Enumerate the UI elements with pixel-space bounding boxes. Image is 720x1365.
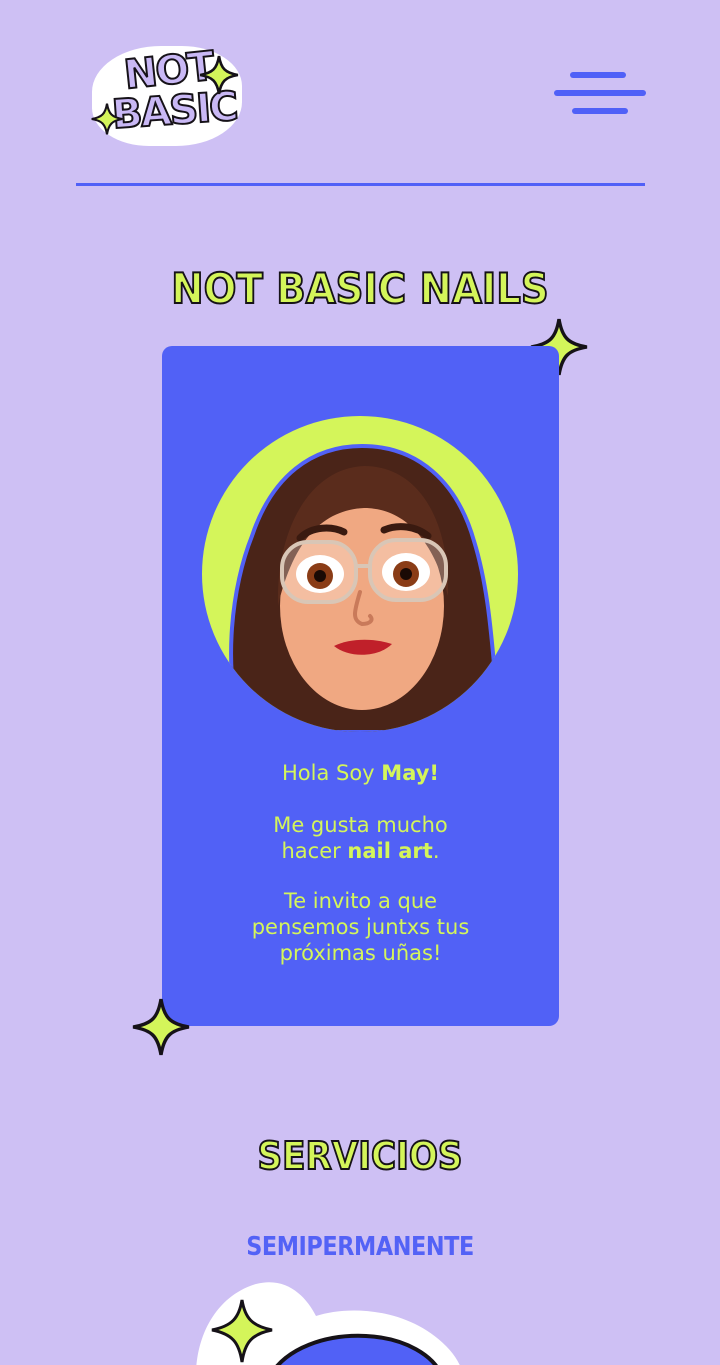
menu-line — [554, 90, 646, 96]
intro-highlight: nail art — [347, 839, 433, 863]
invite-line-2: pensemos juntxs tus — [251, 915, 470, 939]
intro-line-1: Me gusta mucho — [273, 813, 448, 837]
menu-line — [572, 108, 628, 114]
invite-line-1: Te invito a que — [283, 889, 438, 913]
intro-line-2: hacer nail art. — [162, 838, 559, 864]
menu-line — [570, 72, 626, 78]
intro-text: Me gusta mucho hacer nail art. — [162, 812, 559, 864]
service-sticker-image — [196, 1282, 460, 1365]
header-divider — [76, 183, 645, 186]
page: NOT BASIC NOT BASIC NAILS Hola Soy May! … — [0, 0, 720, 1365]
page-title: NOT BASIC NAILS — [170, 263, 549, 314]
greeting-prefix: Hola Soy — [281, 761, 382, 785]
intro-prefix: hacer — [281, 839, 348, 863]
sparkle-icon — [132, 998, 190, 1056]
service-name[interactable]: SEMIPERMANENTE — [50, 1232, 669, 1262]
invite-text: Te invito a que pensemos juntxs tus próx… — [162, 888, 559, 966]
brand-logo[interactable]: NOT BASIC — [86, 42, 246, 146]
intro-suffix: . — [432, 839, 440, 863]
sparkle-icon — [199, 55, 239, 95]
hamburger-menu-icon[interactable] — [552, 68, 646, 118]
sparkle-icon — [91, 103, 123, 135]
avatar — [202, 416, 518, 732]
invite-line-3: próximas uñas! — [279, 941, 442, 965]
greeting-name: May! — [381, 761, 439, 785]
services-title: SERVICIOS — [257, 1133, 464, 1179]
avatar-illustration — [229, 443, 505, 732]
profile-card: Hola Soy May! Me gusta mucho hacer nail … — [162, 346, 559, 1026]
greeting-text: Hola Soy May! — [162, 760, 559, 786]
